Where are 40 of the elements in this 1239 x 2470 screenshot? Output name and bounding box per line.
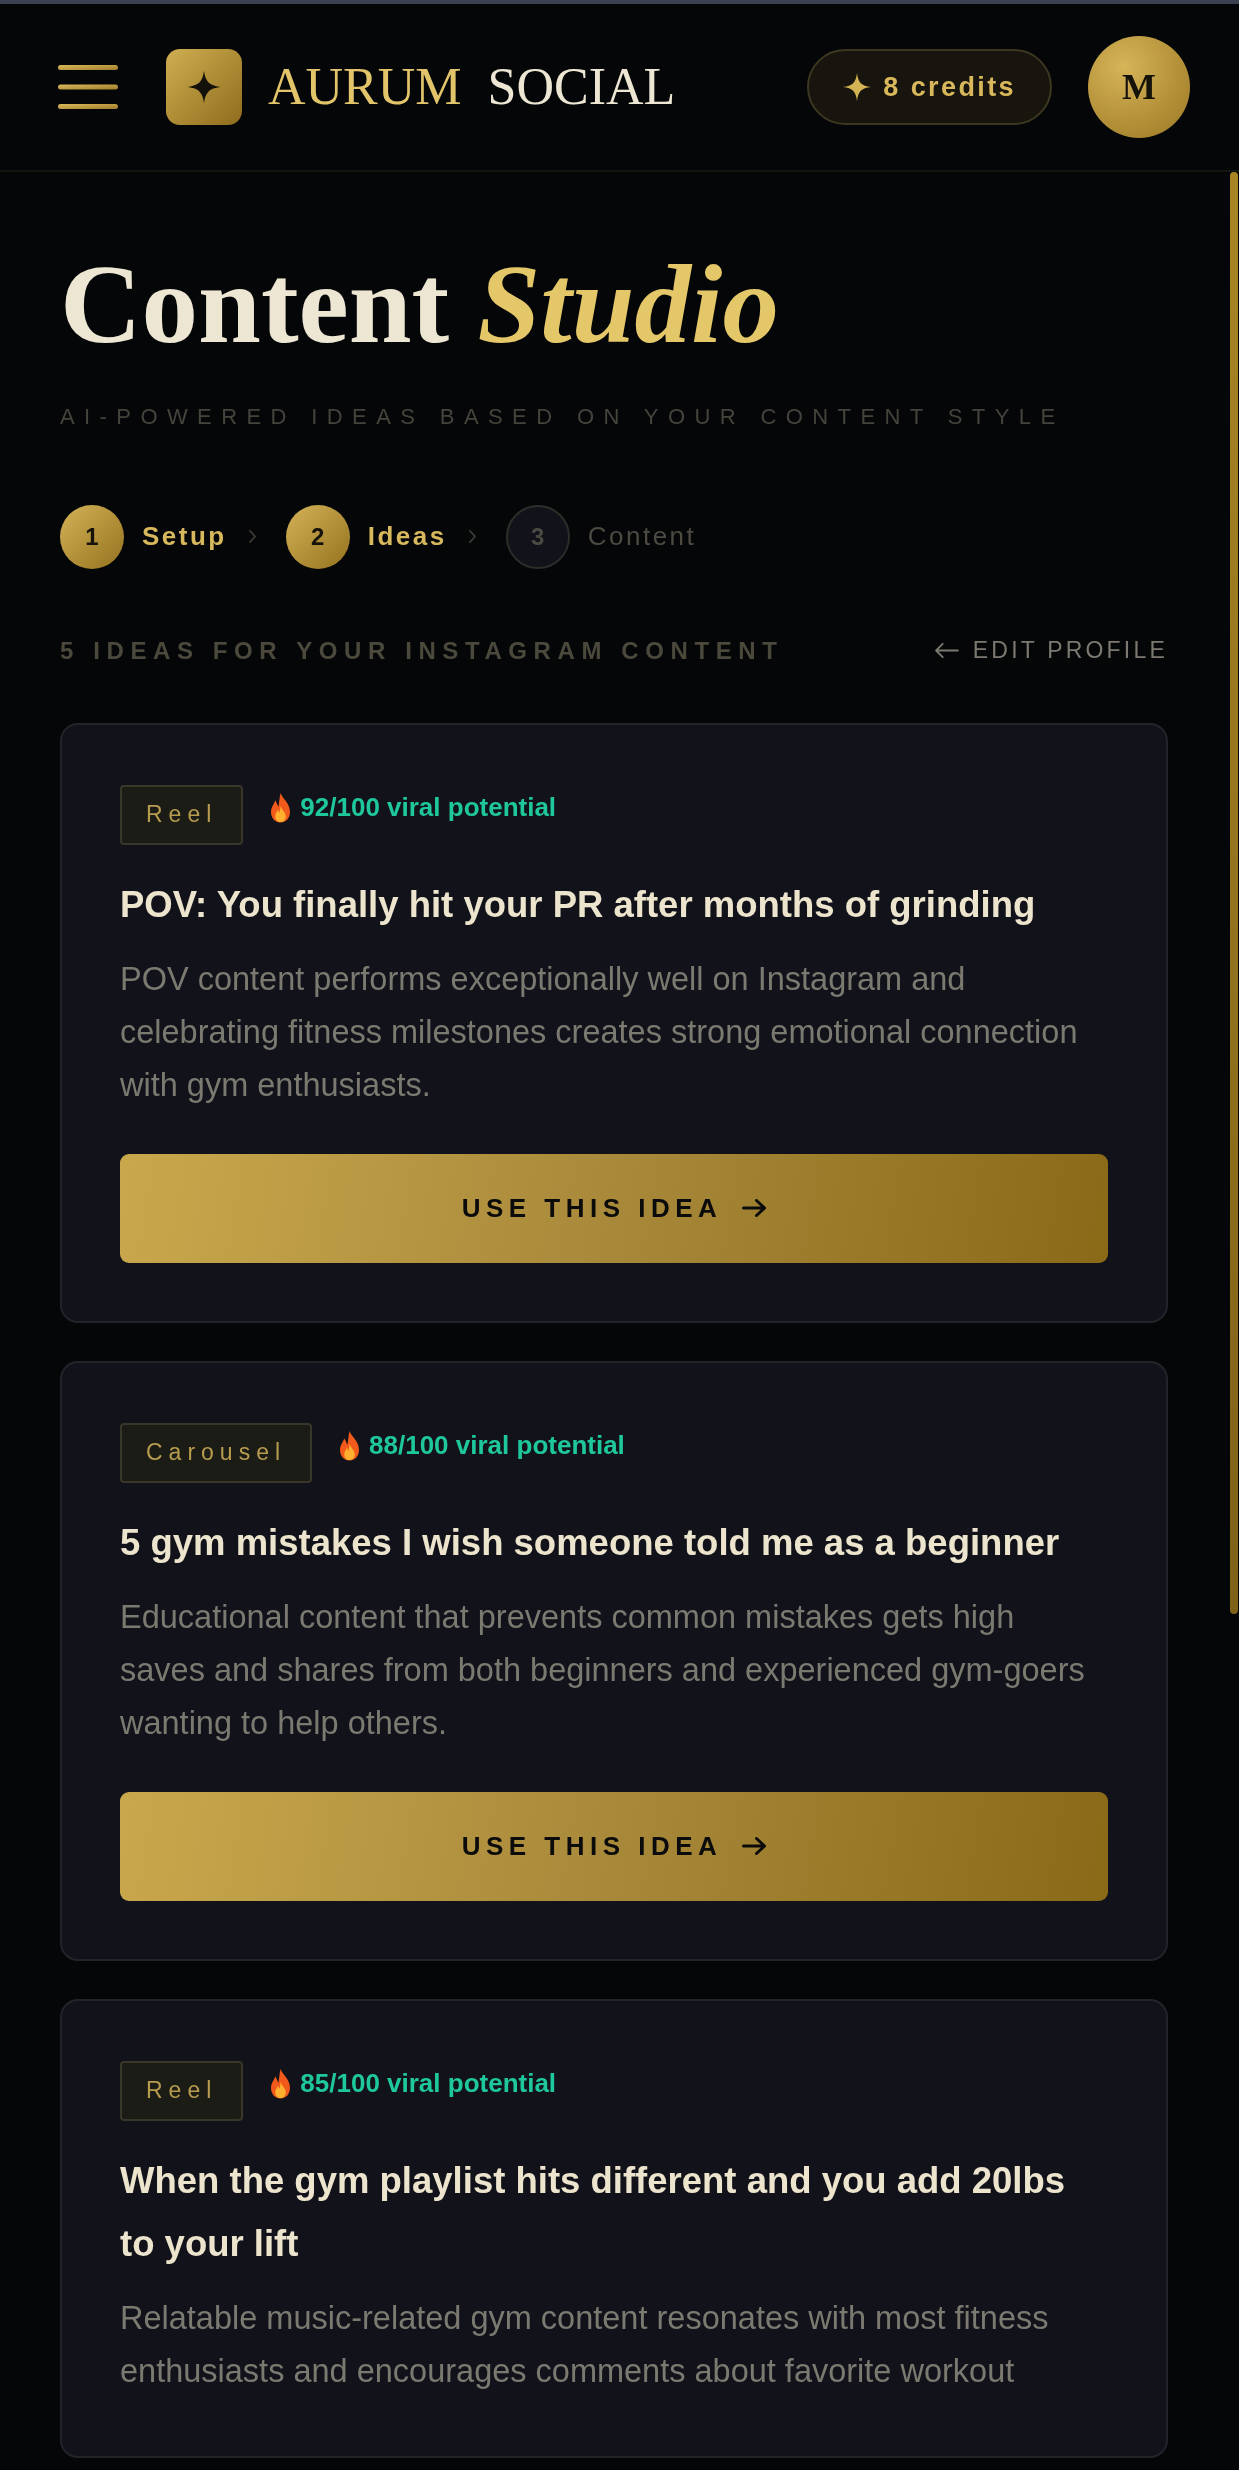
chevron-right-icon xyxy=(248,530,256,544)
use-idea-button[interactable]: USE THIS IDEA xyxy=(120,1791,1108,1901)
format-tag: Reel xyxy=(120,2060,244,2121)
edit-profile-link[interactable]: EDIT PROFILE xyxy=(934,637,1168,665)
step-number: 1 xyxy=(60,504,124,569)
avatar[interactable]: M xyxy=(1088,36,1190,138)
idea-title: POV: You finally hit your PR after months of grinding xyxy=(120,882,1037,927)
step-number: 3 xyxy=(505,504,570,569)
arrow-right-icon xyxy=(742,1199,767,1218)
idea-title: 5 gym mistakes I wish someone told me as a beginner xyxy=(120,1520,1061,1565)
arrow-left-icon xyxy=(934,643,959,659)
arrow-right-icon xyxy=(742,1837,767,1856)
menu-icon[interactable] xyxy=(58,63,118,111)
sparkle-icon xyxy=(843,73,872,101)
step-label: Setup xyxy=(142,521,227,553)
use-idea-button[interactable]: USE THIS IDEA xyxy=(120,1153,1108,1263)
credits-pill[interactable]: 8 credits xyxy=(807,49,1052,125)
page-subtitle: AI-POWERED IDEAS BASED ON YOUR CONTENT STYLE xyxy=(60,404,1066,431)
idea-title: When the gym playlist hits different and you add 20lbs to your lift xyxy=(120,2158,1067,2266)
logo-icon xyxy=(166,49,242,125)
flame-icon xyxy=(340,1430,360,1461)
idea-description: POV content performs exceptionally well on Instagram and celebrating fitness milestones creates strong emotional connection with gym enthusiasts. xyxy=(120,959,1079,1105)
scrollbar-thumb[interactable] xyxy=(1230,172,1238,1614)
viral-score: 88/100 viral potential xyxy=(369,1430,625,1462)
step-number: 2 xyxy=(285,504,350,569)
idea-description: Relatable music-related gym content resonates with most fitness enthusiasts and encourages comments about favorite workout xyxy=(120,2298,1050,2391)
ideas-heading: 5 IDEAS FOR YOUR INSTAGRAM CONTENT xyxy=(60,636,784,665)
brand-name-suffix: SOCIAL xyxy=(487,61,676,113)
step-label: Content xyxy=(587,521,697,553)
chevron-right-icon xyxy=(468,530,476,544)
format-tag: Reel xyxy=(120,784,244,845)
step-label: Ideas xyxy=(367,521,447,553)
page-title: Content Studio xyxy=(60,242,780,367)
format-tag: Carousel xyxy=(120,1422,313,1483)
idea-description: Educational content that prevents common mistakes gets high saves and shares from both beginners and experienced gym-goers wanting to help others. xyxy=(120,1597,1086,1743)
viral-score: 92/100 viral potential xyxy=(300,792,557,824)
brand-name: AURUM xyxy=(268,61,462,113)
viral-score: 85/100 viral potential xyxy=(300,2068,557,2100)
flame-icon xyxy=(271,2068,291,2099)
flame-icon xyxy=(271,792,291,823)
